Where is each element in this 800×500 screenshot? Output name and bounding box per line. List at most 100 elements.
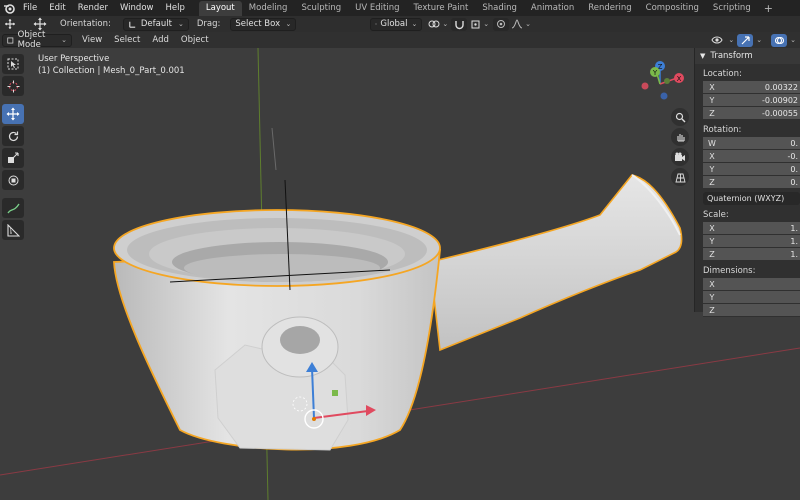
snap-icon[interactable] (451, 17, 468, 31)
menu-select[interactable]: Select (108, 35, 146, 45)
zoom-icon[interactable] (671, 108, 689, 126)
navigation-gizmo[interactable]: Z X Y (634, 56, 690, 112)
scale-z-field[interactable]: Z 1. (703, 248, 800, 261)
tab-rendering[interactable]: Rendering (581, 1, 638, 16)
menu-help[interactable]: Help (159, 0, 190, 16)
scale-y-field[interactable]: Y 1. (703, 235, 800, 248)
chevron-down-icon[interactable]: ⌄ (728, 36, 734, 44)
menu-edit[interactable]: Edit (43, 0, 71, 16)
gizmo-neg-y-ball[interactable] (664, 78, 670, 84)
viewport-header-right: ⌄ ⌄ ⌄ (709, 33, 796, 47)
rotate-icon (8, 131, 18, 141)
measure-tool[interactable] (2, 220, 24, 240)
mode-dropdown[interactable]: Object Mode ⌄ (2, 30, 72, 50)
chevron-down-icon[interactable]: ⌄ (756, 36, 762, 44)
transform-orientation-dropdown[interactable]: Global ⌄ (370, 17, 423, 31)
move-arrows-icon (6, 107, 20, 121)
chevron-down-icon[interactable]: ⌄ (483, 20, 489, 28)
axes-icon (129, 21, 136, 28)
ruler-icon (6, 223, 20, 237)
chevron-down-icon[interactable]: ⌄ (790, 36, 796, 44)
drag-dropdown[interactable]: Select Box ⌄ (230, 17, 297, 31)
menu-add[interactable]: Add (146, 35, 174, 45)
gizmo-neg-x-ball[interactable] (641, 82, 649, 90)
pot-handle[interactable] (429, 174, 683, 352)
falloff-curve-icon[interactable] (509, 18, 525, 31)
view-perspective-label: User Perspective (38, 54, 110, 64)
move-tool-icon[interactable] (32, 17, 48, 31)
dimensions-y-field[interactable]: Y (703, 291, 800, 304)
active-collection-label: (1) Collection | Mesh_0_Part_0.001 (38, 66, 185, 76)
tab-scripting[interactable]: Scripting (706, 1, 758, 16)
pivot-point-icon[interactable] (426, 18, 442, 31)
chevron-down-icon: ⌄ (177, 20, 184, 28)
menu-file[interactable]: File (17, 0, 43, 16)
visibility-icon[interactable] (709, 34, 725, 47)
chevron-down-icon[interactable]: ⌄ (525, 20, 531, 28)
rotation-mode-dropdown[interactable]: Quaternion (WXYZ) (703, 192, 800, 205)
menu-render[interactable]: Render (72, 0, 114, 16)
viewport-header: Object Mode ⌄ View Select Add Object ⌄ ⌄… (0, 30, 800, 50)
tab-texture-paint[interactable]: Texture Paint (407, 1, 476, 16)
tab-sculpting[interactable]: Sculpting (294, 1, 348, 16)
collapse-arrow-icon: ▼ (700, 52, 706, 60)
rotation-y-field[interactable]: Y 0. (703, 163, 800, 176)
chevron-down-icon: ⌄ (411, 20, 418, 28)
drag-value: Select Box (235, 19, 281, 29)
menu-view[interactable]: View (76, 35, 108, 45)
location-x-field[interactable]: X 0.00322 (703, 81, 800, 94)
chevron-down-icon: ⌄ (61, 36, 67, 44)
orientation-value: Default (140, 19, 172, 29)
transform-panel-header[interactable]: ▼ Transform (695, 48, 800, 64)
tab-layout[interactable]: Layout (198, 1, 242, 16)
sidebar-transform-panel: ▼ Transform Location: X 0.00322 Y -0.00902… (694, 48, 800, 317)
tab-animation[interactable]: Animation (524, 1, 581, 16)
mode-value: Object Mode (17, 30, 46, 50)
global-axes-icon (375, 23, 378, 25)
gizmo-y-plane[interactable] (332, 390, 338, 396)
orientation-dropdown[interactable]: Default ⌄ (122, 17, 189, 31)
transform-tool[interactable] (2, 170, 24, 190)
transform-icon (8, 175, 18, 185)
tool-settings-header: Orientation: Default ⌄ Drag: Select Box … (0, 16, 800, 32)
tab-shading[interactable]: Shading (475, 1, 524, 16)
scale-tool[interactable] (2, 148, 24, 168)
pan-hand-icon[interactable] (671, 128, 689, 146)
rotation-x-field[interactable]: X -0. (703, 150, 800, 163)
add-workspace-button[interactable]: + (758, 1, 779, 16)
chevron-down-icon[interactable]: ⌄ (442, 20, 448, 28)
scale-x-field[interactable]: X 1. (703, 222, 800, 235)
rotation-z-field[interactable]: Z 0. (703, 176, 800, 189)
select-cursor-icon (7, 58, 19, 70)
tab-modeling[interactable]: Modeling (242, 1, 295, 16)
cursor-tool[interactable] (2, 76, 24, 96)
dimensions-z-field[interactable]: Z (703, 304, 800, 317)
move-tool[interactable] (2, 104, 24, 124)
location-z-field[interactable]: Z -0.00055 (703, 107, 800, 120)
rotation-w-field[interactable]: W 0. (703, 137, 800, 150)
proportional-editing-icon[interactable] (493, 17, 510, 31)
3d-viewport[interactable]: User Perspective (1) Collection | Mesh_0… (0, 48, 800, 500)
3d-cursor-icon (7, 80, 19, 92)
blender-logo-icon[interactable] (1, 0, 17, 16)
gizmo-neg-z-ball[interactable] (660, 92, 668, 100)
tab-compositing[interactable]: Compositing (639, 1, 706, 16)
snap-target-icon[interactable] (467, 18, 483, 31)
pot-inside (184, 254, 380, 282)
dimensions-x-field[interactable]: X (703, 278, 800, 291)
chevron-down-icon: ⌄ (285, 20, 292, 28)
overlays-icon[interactable] (771, 33, 788, 47)
menu-object[interactable]: Object (175, 35, 215, 45)
tab-uv-editing[interactable]: UV Editing (348, 1, 406, 16)
menu-window[interactable]: Window (114, 0, 160, 16)
select-box-tool[interactable] (2, 54, 24, 74)
annotate-tool[interactable] (2, 198, 24, 218)
rotate-tool[interactable] (2, 126, 24, 146)
transform-mode-icon[interactable] (2, 18, 18, 31)
perspective-grid-icon[interactable] (671, 168, 689, 186)
location-y-field[interactable]: Y -0.00902 (703, 94, 800, 107)
workspace-tabs: Layout Modeling Sculpting UV Editing Tex… (198, 0, 779, 16)
gizmo-toggle-icon[interactable] (737, 33, 754, 47)
camera-icon[interactable] (671, 148, 689, 166)
grid-line (271, 127, 277, 171)
